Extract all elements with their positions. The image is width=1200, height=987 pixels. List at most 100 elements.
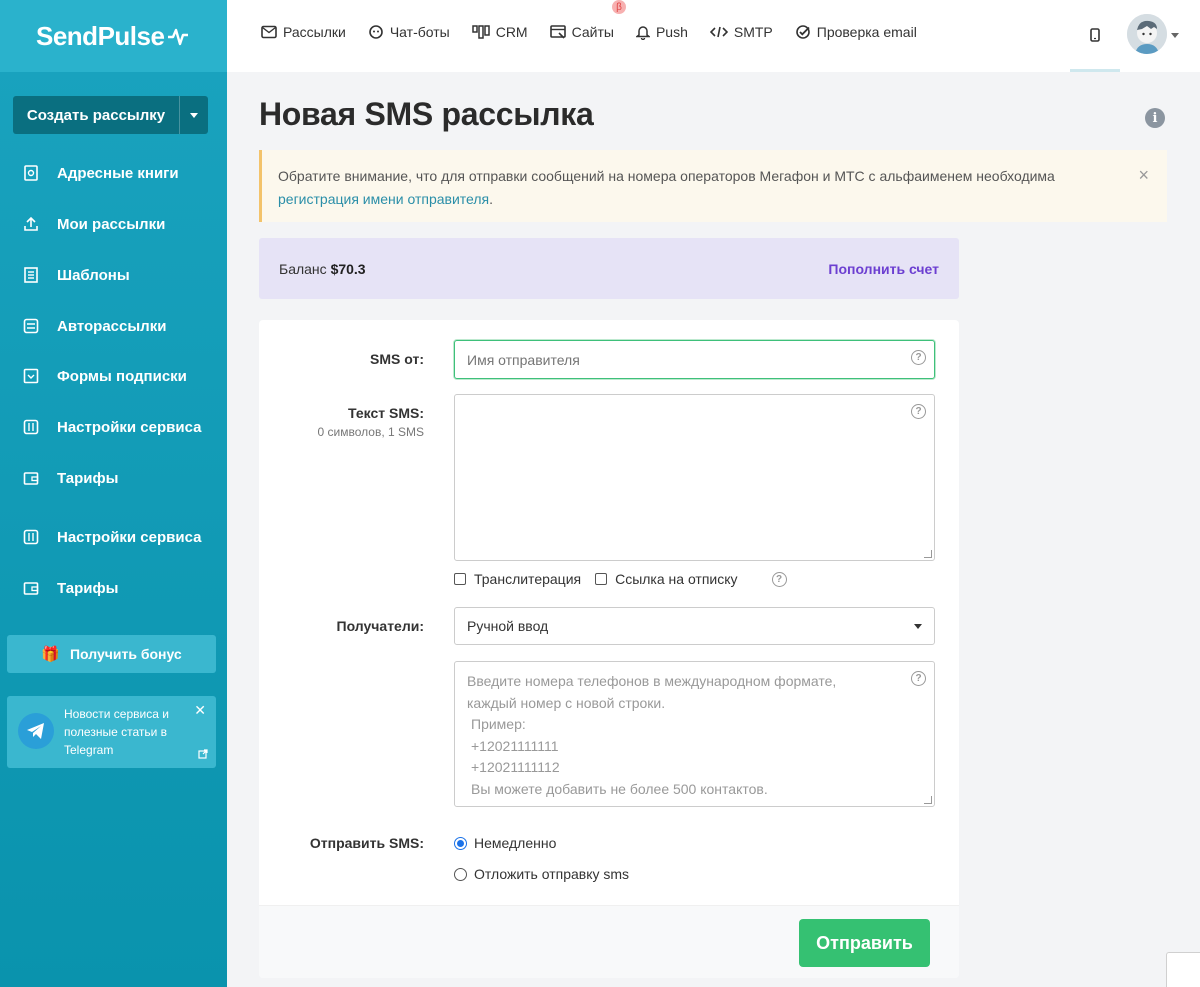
phones-placeholder: Введите номера телефонов в международном… xyxy=(467,671,836,800)
topup-link[interactable]: Пополнить счет xyxy=(828,261,939,277)
page-title: Новая SMS рассылка xyxy=(259,96,594,132)
sidebar-item-address-books[interactable]: Адресные книги xyxy=(0,153,227,193)
mobile-preview-button[interactable] xyxy=(1070,0,1120,72)
topnav-label: SMTP xyxy=(733,24,773,40)
topnav-label: Сайты xyxy=(571,24,614,40)
balance-value: $70.3 xyxy=(330,260,366,277)
create-campaign-dropdown[interactable] xyxy=(180,96,208,134)
sidebar: SendPulse Создать рассылку Адресные книг… xyxy=(0,0,227,987)
chatbot-icon xyxy=(369,25,383,39)
phones-placeholder-line: каждый номер с новой строки. xyxy=(467,694,666,711)
topbar: Рассылки Чат-боты CRM Сайты β Push SMTP … xyxy=(227,0,1200,72)
sites-icon xyxy=(549,25,566,39)
help-icon[interactable]: ? xyxy=(911,404,926,419)
phones-textarea[interactable]: Введите номера телефонов в международном… xyxy=(454,661,935,807)
help-icon[interactable]: ? xyxy=(771,571,787,587)
close-icon[interactable]: × xyxy=(1138,164,1149,187)
phones-placeholder-line: +12021111112 xyxy=(471,759,560,775)
sidebar-item-settings-2[interactable]: Настройки сервиса xyxy=(0,517,227,557)
logo[interactable]: SendPulse xyxy=(0,0,227,72)
campaigns-icon xyxy=(22,215,40,233)
translit-label[interactable]: Транслитерация xyxy=(474,571,581,587)
topnav-item-crm[interactable]: CRM xyxy=(471,24,528,40)
resize-handle[interactable] xyxy=(924,550,932,558)
chevron-down-icon xyxy=(190,112,198,118)
send-now-option[interactable]: Немедленно xyxy=(454,835,556,851)
get-bonus-button[interactable]: 🎁 Получить бонус xyxy=(7,635,216,673)
phone-icon xyxy=(1090,27,1100,42)
sidebar-item-label: Настройки сервиса xyxy=(57,528,202,546)
sidebar-item-campaigns[interactable]: Мои рассылки xyxy=(0,204,227,244)
topnav-item-sites[interactable]: Сайты β xyxy=(549,0,626,40)
resize-handle[interactable] xyxy=(924,796,932,804)
sidebar-item-label: Тарифы xyxy=(57,469,119,487)
sidebar-item-label: Формы подписки xyxy=(57,367,187,385)
automation-icon xyxy=(22,317,40,335)
unsubscribe-checkbox[interactable] xyxy=(595,573,608,585)
topnav-item-chatbots[interactable]: Чат-боты xyxy=(368,24,450,40)
forms-icon xyxy=(22,367,40,385)
topnav-label: Чат-боты xyxy=(389,24,450,40)
send-now-label: Немедленно xyxy=(474,835,557,851)
phones-placeholder-line: +12021111111 xyxy=(471,737,559,754)
sidebar-item-forms[interactable]: Формы подписки xyxy=(0,356,227,396)
crm-icon xyxy=(471,25,490,39)
sms-text-area[interactable]: ? xyxy=(454,394,935,561)
sms-form: SMS от: ? Текст SMS: 0 символов, 1 SMS ?… xyxy=(259,320,959,978)
sidebar-item-tariffs-2[interactable]: Тарифы xyxy=(0,568,227,608)
info-icon[interactable]: i xyxy=(1145,108,1165,128)
sender-label: SMS от: xyxy=(370,351,424,367)
help-icon[interactable]: ? xyxy=(911,350,926,365)
phones-placeholder-line: Введите номера телефонов в международном… xyxy=(467,673,837,689)
send-time-label: Отправить SMS: xyxy=(309,835,424,851)
avatar[interactable] xyxy=(1127,14,1167,54)
topnav-item-campaigns[interactable]: Рассылки xyxy=(261,24,346,40)
sidebar-item-tariffs[interactable]: Тарифы xyxy=(0,458,227,498)
unsubscribe-label[interactable]: Ссылка на отписку xyxy=(615,571,737,587)
translit-checkbox[interactable] xyxy=(454,573,466,585)
phones-placeholder-line: Пример: xyxy=(471,716,526,732)
topnav-item-smtp[interactable]: SMTP xyxy=(709,24,773,40)
logo-text: SendPulse xyxy=(36,20,165,51)
send-later-radio[interactable] xyxy=(454,867,467,881)
settings-icon xyxy=(22,418,40,436)
topnav-label: Push xyxy=(655,24,688,40)
topnav-label: Проверка email xyxy=(816,24,917,40)
balance-info: Баланс $70.3 xyxy=(279,261,366,277)
topnav-item-push[interactable]: Push xyxy=(635,24,688,40)
wallet-icon xyxy=(22,579,40,597)
chevron-down-icon[interactable] xyxy=(1171,33,1179,38)
telegram-icon xyxy=(18,713,54,749)
beta-badge: β xyxy=(611,0,626,14)
create-campaign-button[interactable]: Создать рассылку xyxy=(13,96,180,134)
sidebar-item-automation[interactable]: Авторассылки xyxy=(0,306,227,346)
templates-icon xyxy=(22,266,40,284)
alert-notice: Обратите внимание, что для отправки сооб… xyxy=(259,150,1167,222)
sms-text-label: Текст SMS: xyxy=(348,405,424,421)
telegram-card[interactable]: Новости сервиса и полезные статьи в Tele… xyxy=(7,696,216,768)
send-later-option[interactable]: Отложить отправку sms xyxy=(454,866,629,882)
topnav-item-email-verify[interactable]: Проверка email xyxy=(795,24,917,40)
code-icon xyxy=(709,26,728,38)
sidebar-item-label: Шаблоны xyxy=(57,266,130,284)
sender-registration-link[interactable]: регистрация имени отправителя xyxy=(278,191,489,207)
telegram-text: Новости сервиса и полезные статьи в Tele… xyxy=(64,707,169,757)
sidebar-item-templates[interactable]: Шаблоны xyxy=(0,255,227,295)
sender-input[interactable] xyxy=(455,341,895,378)
submit-button[interactable]: Отправить xyxy=(799,919,930,967)
alert-text: Обратите внимание, что для отправки сооб… xyxy=(278,168,1055,184)
bell-icon xyxy=(635,26,650,40)
close-icon[interactable]: ✕ xyxy=(194,702,206,719)
settings-icon xyxy=(22,528,40,546)
help-icon[interactable]: ? xyxy=(911,671,926,686)
recipients-select[interactable]: Ручной ввод xyxy=(454,607,935,645)
sender-field-wrap: ? xyxy=(454,340,935,379)
chat-widget-corner[interactable] xyxy=(1166,952,1200,987)
chevron-down-icon xyxy=(914,624,922,629)
balance-label: Баланс xyxy=(279,260,331,277)
send-now-radio[interactable] xyxy=(454,836,467,850)
recipients-value: Ручной ввод xyxy=(467,618,549,634)
sidebar-item-label: Мои рассылки xyxy=(57,215,166,233)
check-circle-icon xyxy=(795,25,810,39)
sidebar-item-settings[interactable]: Настройки сервиса xyxy=(0,407,227,447)
